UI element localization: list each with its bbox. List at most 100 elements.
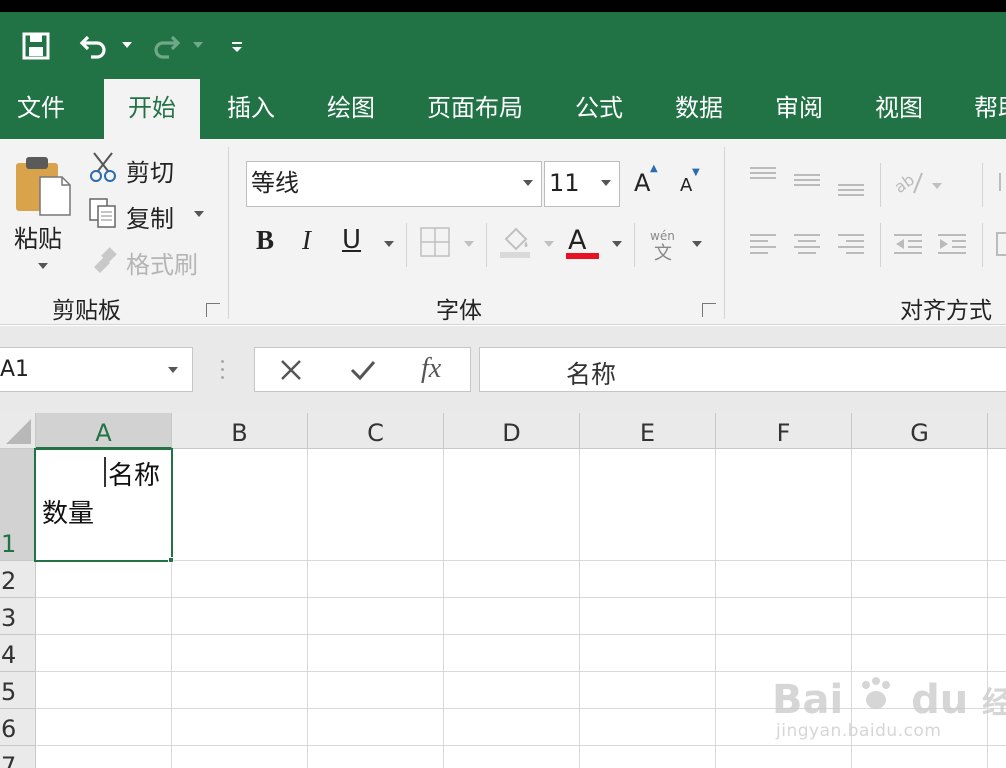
column-header-e[interactable]: E	[580, 413, 716, 449]
phonetic-dropdown[interactable]	[692, 241, 702, 247]
paw-icon	[857, 675, 897, 723]
increase-indent-icon[interactable]	[936, 231, 968, 263]
format-painter-button[interactable]: 格式刷	[126, 245, 198, 280]
formula-bar-resize-handle[interactable]	[221, 360, 225, 380]
formula-input[interactable]: 名称	[479, 347, 1006, 392]
italic-button[interactable]: I	[302, 225, 311, 256]
toolbar-separator	[982, 223, 983, 267]
gridline	[307, 449, 308, 768]
row-header-2[interactable]: 2	[0, 561, 36, 598]
tab-insert[interactable]: 插入	[210, 79, 292, 139]
bottom-align-icon[interactable]	[836, 165, 866, 205]
font-name-combobox[interactable]: 等线	[246, 161, 542, 207]
column-header-h[interactable]	[988, 413, 1006, 449]
redo-button[interactable]	[148, 12, 184, 79]
clipboard-group-label: 剪贴板	[52, 298, 121, 324]
align-right-icon[interactable]	[836, 231, 866, 263]
row-header-7[interactable]: 7	[0, 746, 36, 768]
copy-button[interactable]: 复制	[126, 199, 174, 234]
clipboard-dialog-launcher[interactable]	[206, 303, 220, 317]
worksheet-grid[interactable]: A B C D E F G 1 2 3 4 5 6 7 名称 数量 Bai du…	[0, 413, 1006, 768]
font-color-button[interactable]: A	[568, 225, 586, 256]
active-cell-a1[interactable]: 名称 数量	[34, 448, 173, 562]
column-header-g[interactable]: G	[852, 413, 988, 449]
shrink-arrow-icon: ▼	[692, 167, 700, 178]
top-align-icon[interactable]	[748, 165, 778, 195]
font-name-dropdown[interactable]	[523, 180, 533, 186]
copy-dropdown[interactable]	[194, 211, 204, 217]
confirm-entry-button[interactable]	[349, 358, 377, 386]
gridline	[715, 449, 716, 768]
align-left-icon[interactable]	[748, 231, 778, 263]
paste-dropdown[interactable]	[38, 263, 48, 269]
bold-button[interactable]: B	[256, 225, 274, 256]
tab-home[interactable]: 开始	[104, 79, 200, 139]
shrink-font-button[interactable]: A ▼	[680, 167, 700, 196]
cancel-entry-button[interactable]	[279, 358, 303, 386]
undo-dropdown[interactable]	[122, 42, 132, 48]
redo-icon	[154, 35, 181, 59]
column-header-f[interactable]: F	[716, 413, 852, 449]
cut-button[interactable]: 剪切	[126, 153, 174, 188]
orientation-icon[interactable]: ab	[891, 167, 926, 203]
gridline	[36, 671, 1006, 672]
redo-dropdown[interactable]	[193, 42, 203, 48]
font-size-value: 11	[549, 169, 580, 197]
tab-help[interactable]: 帮助	[958, 79, 1006, 139]
watermark-brand2: du	[911, 677, 969, 723]
ribbon-home: 粘贴 剪切 复制 格式刷 剪贴板 等线 11 A ▲ A ▼ B I U A w…	[0, 139, 1006, 325]
grow-font-button[interactable]: A ▲	[634, 163, 658, 197]
tab-data[interactable]: 数据	[658, 79, 740, 139]
fill-color-icon[interactable]	[498, 225, 532, 265]
font-dialog-launcher[interactable]	[702, 303, 716, 317]
save-button[interactable]	[16, 12, 56, 79]
font-color-letter: A	[568, 225, 587, 256]
title-bar	[0, 12, 1006, 79]
fill-color-dropdown[interactable]	[544, 241, 554, 247]
decrease-indent-icon[interactable]	[892, 231, 924, 263]
font-color-dropdown[interactable]	[612, 241, 622, 247]
row-header-3[interactable]: 3	[0, 598, 36, 635]
underline-dropdown[interactable]	[384, 241, 394, 247]
tab-review[interactable]: 审阅	[758, 79, 840, 139]
tab-view[interactable]: 视图	[858, 79, 940, 139]
column-header-c[interactable]: C	[308, 413, 444, 449]
column-header-d[interactable]: D	[444, 413, 580, 449]
font-size-combobox[interactable]: 11	[544, 161, 620, 207]
undo-icon	[79, 35, 106, 59]
row-header-4[interactable]: 4	[0, 635, 36, 672]
customize-qat-button[interactable]	[226, 12, 248, 79]
gridline	[36, 634, 1006, 635]
undo-button[interactable]	[74, 12, 114, 79]
row-header-5[interactable]: 5	[0, 672, 36, 709]
row-header-1[interactable]: 1	[0, 449, 36, 561]
align-center-icon[interactable]	[792, 231, 822, 263]
insert-function-button[interactable]: fx	[421, 353, 441, 385]
column-header-a[interactable]: A	[36, 413, 172, 449]
paste-button[interactable]: 粘贴	[14, 219, 62, 254]
name-box[interactable]: A1	[0, 347, 193, 392]
row-header-6[interactable]: 6	[0, 709, 36, 746]
merge-icon[interactable]	[996, 231, 1006, 263]
grow-arrow-icon: ▲	[650, 163, 658, 174]
name-box-dropdown[interactable]	[168, 367, 178, 373]
font-group-label: 字体	[436, 298, 482, 324]
select-all-button[interactable]	[0, 413, 36, 449]
borders-icon[interactable]	[420, 227, 450, 263]
tab-formulas[interactable]: 公式	[558, 79, 640, 139]
formula-buttons: fx	[254, 347, 471, 392]
borders-dropdown[interactable]	[464, 241, 474, 247]
orientation-dropdown[interactable]	[932, 183, 942, 189]
group-separator	[724, 147, 725, 319]
format-painter-icon	[90, 245, 118, 281]
tab-file[interactable]: 文件	[0, 79, 82, 139]
gridline	[443, 449, 444, 768]
wrap-icon[interactable]	[996, 169, 1006, 201]
column-header-b[interactable]: B	[172, 413, 308, 449]
underline-button[interactable]: U	[342, 225, 361, 255]
tab-draw[interactable]: 绘图	[310, 79, 392, 139]
font-size-dropdown[interactable]	[601, 180, 611, 186]
middle-align-icon[interactable]	[792, 165, 822, 201]
fill-handle[interactable]	[168, 557, 174, 563]
tab-page-layout[interactable]: 页面布局	[410, 79, 540, 139]
